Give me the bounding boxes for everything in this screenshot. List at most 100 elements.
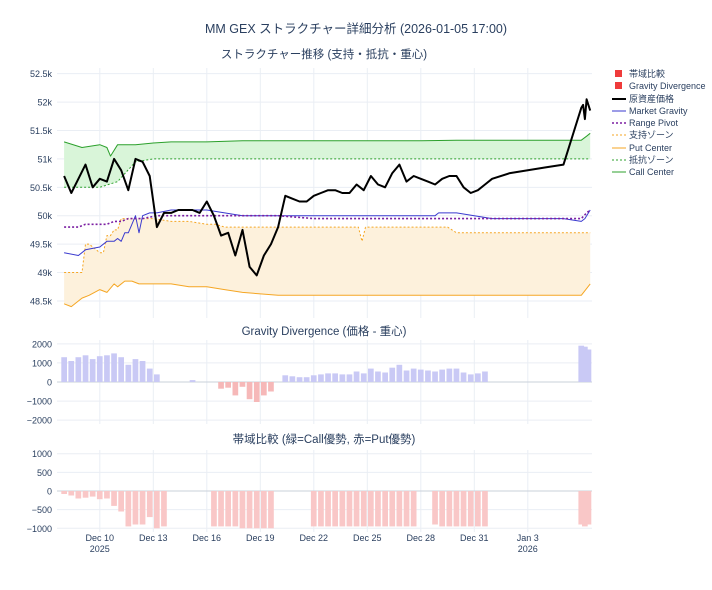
band-bar-8 xyxy=(118,491,124,512)
legend-swatch-8 xyxy=(612,171,626,173)
band-bar-2 xyxy=(75,491,82,499)
band-bar-42 xyxy=(360,491,367,527)
band-bar-58 xyxy=(475,491,481,527)
divergence-bar-28 xyxy=(261,382,267,396)
divergence-bar-22 xyxy=(218,382,224,389)
divergence-bar-44 xyxy=(375,371,381,382)
divergence-bar-5 xyxy=(96,356,103,382)
band-bar-43 xyxy=(368,491,374,527)
y-tick-label-p1-0: −2000 xyxy=(27,416,52,426)
y-tick-label-p0-8: 52.5k xyxy=(30,69,53,79)
y-tick-label-p1-4: 2000 xyxy=(32,339,52,349)
y-tick-label-p0-1: 49k xyxy=(37,268,52,278)
legend-label-0: 帯域比較 xyxy=(629,69,666,79)
band-bar-13 xyxy=(154,491,160,529)
legend-label-8: Call Center xyxy=(629,167,675,178)
divergence-bar-25 xyxy=(239,382,246,387)
band-bar-28 xyxy=(261,491,267,529)
legend-swatch-7 xyxy=(612,159,626,161)
y-tick-label-p0-5: 51k xyxy=(37,154,52,164)
divergence-bar-37 xyxy=(325,373,331,382)
divergence-bar-11 xyxy=(139,361,146,382)
divergence-bar-32 xyxy=(289,376,296,382)
grid-layer xyxy=(57,68,592,532)
divergence-bar-24 xyxy=(232,382,239,396)
divergence-bar-49 xyxy=(410,368,417,382)
divergence-bar-52 xyxy=(432,371,438,382)
divergence-bar-62 xyxy=(585,349,592,382)
divergence-bar-34 xyxy=(303,377,310,382)
band-bar-59 xyxy=(482,491,488,527)
legend-swatch-4 xyxy=(612,122,626,124)
chart-svg: MM GEX ストラクチャー詳細分析 (2026-01-05 17:00) スト… xyxy=(27,21,592,554)
band-bar-52 xyxy=(432,491,438,525)
legend-label-7: 抵抗ゾーン xyxy=(629,155,674,166)
divergence-bar-10 xyxy=(132,359,139,382)
band-bar-56 xyxy=(460,491,467,527)
band-bar-14 xyxy=(161,491,167,527)
divergence-bar-8 xyxy=(118,357,124,382)
divergence-bar-46 xyxy=(389,367,396,382)
band-bar-37 xyxy=(325,491,331,527)
band-bar-27 xyxy=(253,491,260,529)
legend-label-6: Put Center xyxy=(629,142,673,153)
y-tick-label-p1-3: 1000 xyxy=(32,358,52,368)
band-bar-40 xyxy=(346,491,353,527)
divergence-bar-56 xyxy=(460,372,467,382)
y-tick-label-p1-1: −1000 xyxy=(27,397,52,407)
divergence-bar-27 xyxy=(253,382,260,402)
legend-swatch-square-1 xyxy=(615,82,622,90)
band-bar-6 xyxy=(104,491,110,499)
band-bar-7 xyxy=(111,491,117,506)
divergence-bar-35 xyxy=(310,375,317,382)
x-tick-label-5: Dec 25 xyxy=(353,533,382,543)
divergence-bar-6 xyxy=(104,355,110,382)
band-bar-55 xyxy=(453,491,460,527)
band-bar-46 xyxy=(389,491,396,527)
divergence-bar-55 xyxy=(453,368,460,382)
band-bar-38 xyxy=(332,491,338,527)
band-bar-53 xyxy=(439,491,445,527)
x-tick-year-label-8: 2026 xyxy=(518,544,538,554)
legend-label-4: Range Pivot xyxy=(629,118,679,129)
band-bar-21 xyxy=(211,491,217,527)
band-bar-29 xyxy=(268,491,274,529)
divergence-bar-47 xyxy=(396,364,403,382)
y-tick-label-p2-3: 500 xyxy=(37,468,52,478)
band-bar-45 xyxy=(382,491,388,527)
support-zone-fill xyxy=(64,218,591,307)
y-tick-label-p0-7: 52k xyxy=(37,98,52,108)
x-tick-label-1: Dec 13 xyxy=(139,533,168,543)
divergence-bar-38 xyxy=(332,373,338,382)
legend-swatch-square-0 xyxy=(615,70,622,77)
top-panel-title: ストラクチャー推移 (支持・抵抗・重心) xyxy=(221,47,427,61)
band-bar-26 xyxy=(246,491,253,529)
divergence-bar-40 xyxy=(346,374,353,382)
divergence-bar-9 xyxy=(125,364,132,382)
x-tick-year-label-0: 2025 xyxy=(90,544,110,554)
divergence-bar-51 xyxy=(425,370,431,382)
divergence-bar-33 xyxy=(296,377,303,382)
divergence-bar-1 xyxy=(68,361,75,382)
y-tick-label-p1-2: 0 xyxy=(47,378,52,388)
band-bar-36 xyxy=(318,491,324,527)
band-bar-57 xyxy=(467,491,474,527)
band-bar-54 xyxy=(446,491,453,527)
mid-panel-title: Gravity Divergence (価格 - 重心) xyxy=(242,324,407,338)
divergence-bar-12 xyxy=(146,368,153,382)
x-tick-label-2: Dec 16 xyxy=(193,533,222,543)
legend-swatch-6 xyxy=(612,147,626,149)
divergence-bar-50 xyxy=(417,369,424,382)
band-bar-49 xyxy=(410,491,417,527)
band-bar-44 xyxy=(375,491,381,527)
band-bar-22 xyxy=(218,491,224,527)
divergence-bar-39 xyxy=(339,374,346,382)
divergence-bar-13 xyxy=(154,374,160,382)
divergence-bar-0 xyxy=(61,357,67,382)
legend-swatch-1 xyxy=(615,82,622,90)
band-bar-1 xyxy=(68,491,75,496)
band-bar-10 xyxy=(132,491,139,525)
divergence-bar-7 xyxy=(111,353,117,382)
band-bar-12 xyxy=(146,491,153,518)
divergence-bar-3 xyxy=(82,355,89,382)
